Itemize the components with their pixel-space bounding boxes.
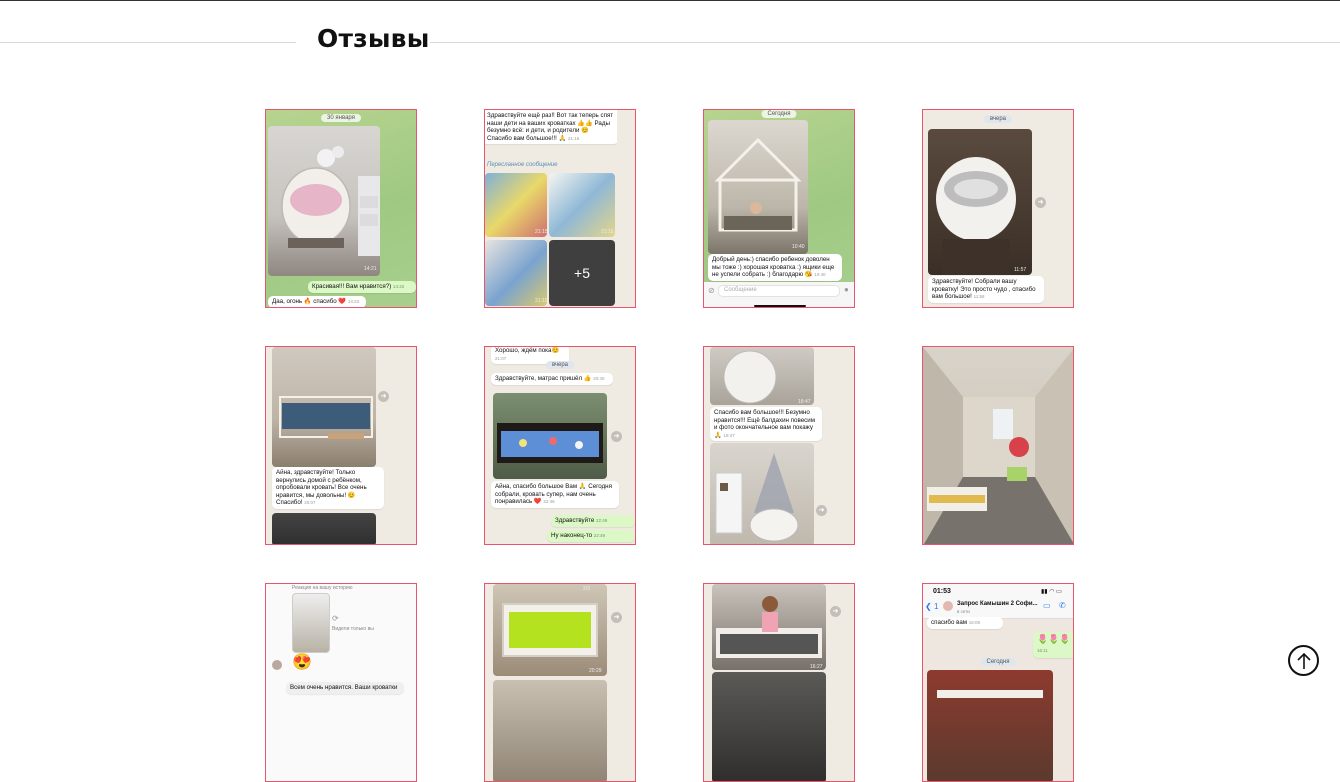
section-title: Отзывы — [317, 24, 430, 53]
status-time: 01:53 — [933, 588, 951, 595]
date-pill: вчера — [545, 361, 575, 369]
chat-title: Запрос Камышин 2 Софи... — [957, 601, 1038, 607]
review-photo[interactable] — [493, 393, 607, 479]
home-indicator — [754, 305, 806, 307]
section-header: Отзывы — [0, 24, 1340, 60]
date-pill: вчера — [983, 115, 1013, 123]
chat-header: 01:53 ▮▮ ◠ ▭ ❮ 1 Запрос Камышин 2 Софи..… — [923, 584, 1073, 619]
mic-icon[interactable]: ● — [844, 285, 849, 294]
date-pill: Сегодня — [980, 658, 1016, 666]
review-photo[interactable]: 16:27 — [712, 584, 826, 670]
message-bubble: Спасибо вам большое!!! Безумно нравится!… — [710, 407, 822, 442]
share-icon[interactable]: ➜ — [816, 505, 827, 516]
review-card-9[interactable]: Реакция на вашу историю ⟳ Видели только … — [265, 583, 417, 782]
message-bubble: Добрый день:) спасибо ребенок доволен мы… — [708, 254, 842, 281]
review-photo[interactable]: 14:21 — [268, 126, 380, 276]
review-photo[interactable]: 21:15 — [549, 173, 615, 237]
share-icon[interactable]: ➜ — [1035, 197, 1046, 208]
video-call-icon[interactable]: ▭ — [1043, 601, 1051, 610]
review-photo[interactable]: 10:40 — [708, 120, 808, 254]
share-icon[interactable]: ➜ — [830, 606, 841, 617]
chat-margin — [617, 110, 635, 307]
review-photo[interactable] — [923, 347, 1073, 544]
status-icons: ▮▮ ◠ ▭ — [1041, 589, 1062, 595]
review-card-11[interactable]: 16:27 ➜ — [703, 583, 855, 782]
message-bubble-out: Здравствуйте 22:49 — [551, 515, 635, 527]
review-card-3[interactable]: Сегодня 10:40 Добрый день:) спасибо ребе… — [703, 109, 855, 308]
message-bubble: Айна, здравствуйте! Только вернулись дом… — [272, 467, 384, 509]
share-icon[interactable]: ➜ — [611, 431, 622, 442]
review-card-4[interactable]: вчера 11:57 ➜ Здравствуйте! Собрали вашу… — [922, 109, 1074, 308]
review-photo[interactable]: 21:15 — [485, 240, 547, 306]
divider-left — [0, 42, 296, 43]
review-photo[interactable]: 2/3 20:29 — [493, 584, 607, 676]
review-card-10[interactable]: 2/3 20:29 ➜ — [484, 583, 636, 782]
divider-right — [430, 42, 1340, 43]
review-photo[interactable]: 18:47 — [710, 347, 814, 405]
review-card-8[interactable] — [922, 346, 1074, 545]
phone-icon[interactable]: ✆ — [1059, 601, 1066, 610]
date-pill: 30 января — [321, 114, 361, 122]
story-thumbnail[interactable] — [292, 593, 330, 653]
arrow-up-icon — [1296, 652, 1311, 669]
review-card-2[interactable]: Здравствуйте ещё раз!! Вот так теперь сп… — [484, 109, 636, 308]
review-photo[interactable]: 11:57 — [928, 129, 1032, 275]
message-bubble: Даа, огонь 🔥 спасибо ❤️ 14:22 — [268, 296, 366, 307]
review-photo[interactable] — [927, 670, 1053, 781]
review-card-1[interactable]: 30 января 14:21 Красивая!!! Вам нравится… — [265, 109, 417, 308]
message-bubble: Здравствуйте, матрас пришёл 👍 20:40 — [491, 373, 613, 385]
avatar — [943, 601, 953, 611]
more-photos-button[interactable]: +5 — [549, 240, 615, 306]
review-card-7[interactable]: 18:47 Спасибо вам большое!!! Безумно нра… — [703, 346, 855, 545]
avatar — [272, 660, 282, 670]
message-bubble: Здравствуйте ещё раз!! Вот так теперь сп… — [485, 110, 619, 145]
chat-subtitle: в сети — [957, 609, 970, 614]
scroll-to-top-button[interactable] — [1288, 645, 1319, 676]
review-photo[interactable]: 21:15 — [485, 173, 547, 237]
back-button[interactable]: ❮ 1 — [925, 602, 938, 611]
refresh-icon: ⟳ — [332, 614, 339, 623]
message-bubble-out: 🌷🌷🌷 16:11 — [1033, 632, 1073, 658]
emoji-reaction: 😍 — [292, 654, 312, 671]
date-pill: Сегодня — [761, 110, 797, 118]
review-card-12[interactable]: 01:53 ▮▮ ◠ ▭ ❮ 1 Запрос Камышин 2 Софи..… — [922, 583, 1074, 782]
story-reaction-header: Реакция на вашу историю — [292, 585, 353, 591]
review-photo[interactable] — [272, 347, 376, 467]
review-photo[interactable] — [493, 680, 607, 781]
attach-icon[interactable]: ⊘ — [708, 286, 715, 295]
review-photo[interactable] — [710, 443, 814, 544]
message-bubble-out: Ну наконец-то 22:49 — [547, 530, 635, 542]
review-photo[interactable] — [712, 672, 826, 781]
message-bubble: Всем очень нравится. Ваши кроватки — [286, 682, 404, 694]
top-rule — [0, 0, 1340, 1]
message-bubble: Здравствуйте! Собрали вашу кроватку! Это… — [928, 276, 1044, 303]
review-card-6[interactable]: Хорошо, ждём пока😊 21:07 вчера Здравству… — [484, 346, 636, 545]
message-input[interactable]: Сообщение — [718, 285, 840, 297]
share-icon[interactable]: ➜ — [611, 612, 622, 623]
message-bubble-out: Красивая!!! Вам нравится?) 14:22 — [308, 281, 416, 293]
views-label: Видели только вы — [332, 626, 374, 632]
review-photo[interactable] — [272, 513, 376, 544]
share-icon[interactable]: ➜ — [378, 391, 389, 402]
message-input-bar: ⊘ Сообщение ● — [704, 282, 854, 307]
review-card-5[interactable]: ➜ Айна, здравствуйте! Только вернулись д… — [265, 346, 417, 545]
message-bubble: Айна, спасибо большое Вам 🙏 Сегодня собр… — [491, 481, 619, 508]
photo-time: 14:21 — [364, 266, 377, 272]
forwarded-label: Пересланное сообщение — [487, 162, 558, 168]
message-bubble: спасибо вам 16:09 — [927, 617, 1003, 629]
